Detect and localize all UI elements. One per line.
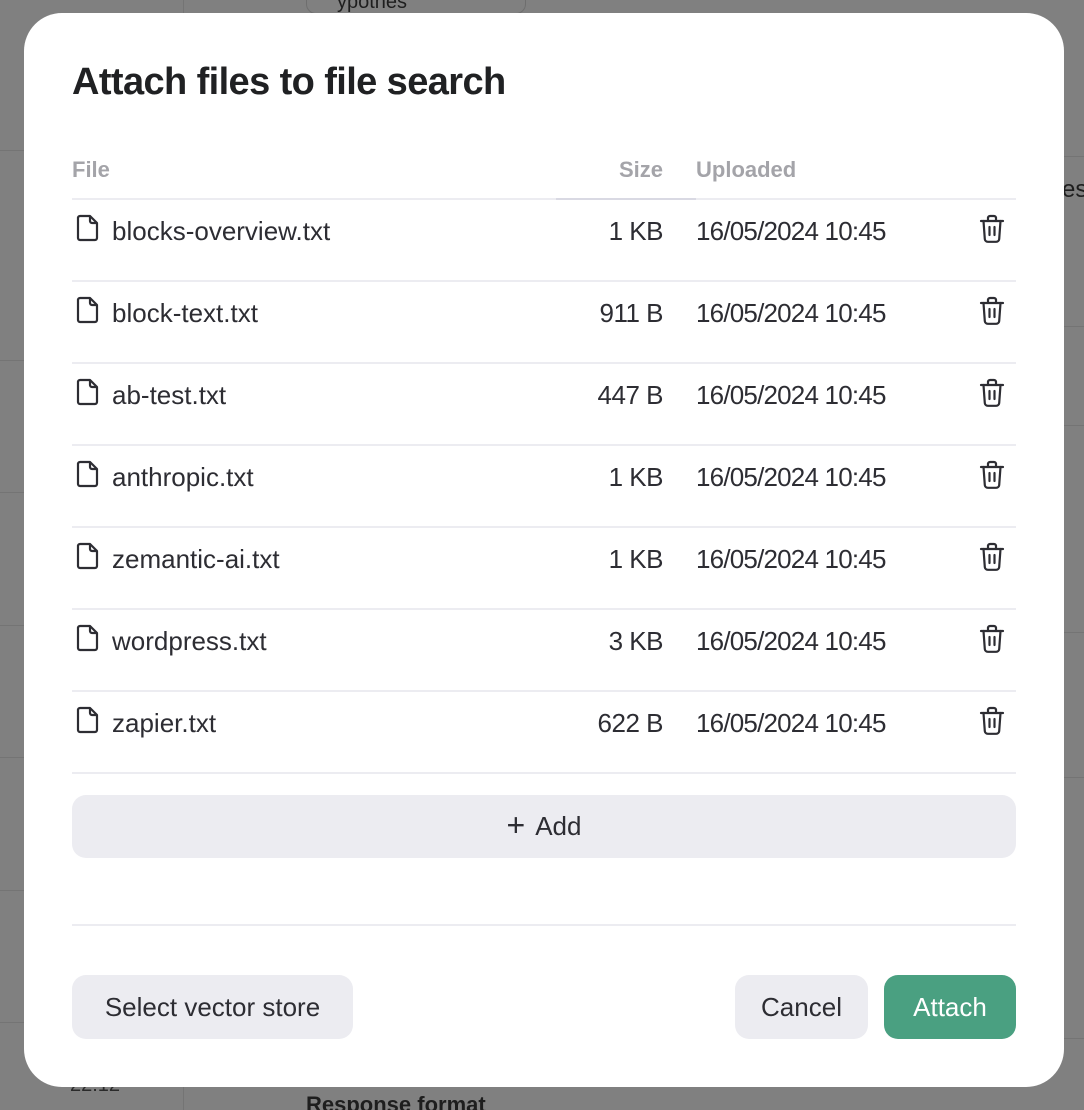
file-uploaded-date: 16/05/2024 10:45 [696,216,886,246]
dialog-title: Attach files to file search [72,61,506,103]
background-divider [1062,777,1084,778]
file-size: 1 KB [608,216,664,246]
trash-icon[interactable] [978,706,1006,736]
file-name: wordpress.txt [112,626,267,656]
column-header-uploaded[interactable]: Uploaded [696,157,796,183]
attach-button[interactable]: Attach [884,975,1016,1039]
file-uploaded-date: 16/05/2024 10:45 [696,462,886,492]
plus-icon: + [506,806,526,843]
trash-icon[interactable] [978,378,1006,408]
file-row: zemantic-ai.txt 1 KB 16/05/2024 10:45 [72,528,1016,610]
add-file-button[interactable]: + Add [72,795,1016,858]
file-uploaded-date: 16/05/2024 10:45 [696,708,886,738]
file-row: wordpress.txt 3 KB 16/05/2024 10:45 [72,610,1016,692]
files-table: File Size Uploaded blocks-overview.txt 1… [72,153,1016,774]
file-uploaded-date: 16/05/2024 10:45 [696,626,886,656]
background-input-text: ypothes [337,0,408,13]
attach-files-dialog: Attach files to file search File Size Up… [24,13,1064,1087]
column-header-file[interactable]: File [72,157,110,183]
file-icon [76,624,100,652]
trash-icon[interactable] [978,542,1006,572]
background-input: ypothes [306,0,526,14]
file-name: blocks-overview.txt [112,216,331,246]
background-divider [0,625,24,626]
file-size: 3 KB [608,626,664,656]
file-size: 911 B [599,298,663,328]
file-row: ab-test.txt 447 B 16/05/2024 10:45 [72,364,1016,446]
file-row: block-text.txt 911 B 16/05/2024 10:45 [72,282,1016,364]
background-divider [1062,425,1084,426]
file-name: zapier.txt [112,708,217,738]
file-size: 1 KB [608,462,664,492]
background-divider [0,492,24,493]
background-divider [1062,1038,1084,1039]
column-header-size[interactable]: Size [619,157,663,183]
table-header: File Size Uploaded [72,153,1016,200]
background-divider [0,757,24,758]
background-divider [0,1022,24,1023]
background-divider [0,150,24,151]
file-icon [76,542,100,570]
file-row: anthropic.txt 1 KB 16/05/2024 10:45 [72,446,1016,528]
background-divider [0,360,24,361]
select-vector-store-button[interactable]: Select vector store [72,975,353,1039]
background-divider [1062,326,1084,327]
file-uploaded-date: 16/05/2024 10:45 [696,544,886,574]
file-uploaded-date: 16/05/2024 10:45 [696,298,886,328]
file-name: ab-test.txt [112,380,227,410]
file-name: zemantic-ai.txt [112,544,280,574]
trash-icon[interactable] [978,296,1006,326]
file-size: 622 B [597,708,664,738]
file-icon [76,706,100,734]
cancel-button[interactable]: Cancel [735,975,868,1039]
footer-divider [72,924,1016,926]
file-icon [76,378,100,406]
add-button-label: Add [535,811,582,841]
trash-icon[interactable] [978,460,1006,490]
table-body: blocks-overview.txt 1 KB 16/05/2024 10:4… [72,200,1016,774]
background-section-label: Response format [306,1092,486,1110]
file-row: zapier.txt 622 B 16/05/2024 10:45 [72,692,1016,774]
file-uploaded-date: 16/05/2024 10:45 [696,380,886,410]
background-divider [0,890,24,891]
trash-icon[interactable] [978,624,1006,654]
file-row: blocks-overview.txt 1 KB 16/05/2024 10:4… [72,200,1016,282]
background-divider [1062,156,1084,157]
file-name: block-text.txt [112,298,258,328]
file-icon [76,214,100,242]
file-icon [76,460,100,488]
file-name: anthropic.txt [112,462,254,492]
background-divider [1062,632,1084,633]
background-side-text: est [1062,176,1084,203]
trash-icon[interactable] [978,214,1006,244]
file-icon [76,296,100,324]
file-size: 447 B [597,380,664,410]
file-size: 1 KB [608,544,664,574]
